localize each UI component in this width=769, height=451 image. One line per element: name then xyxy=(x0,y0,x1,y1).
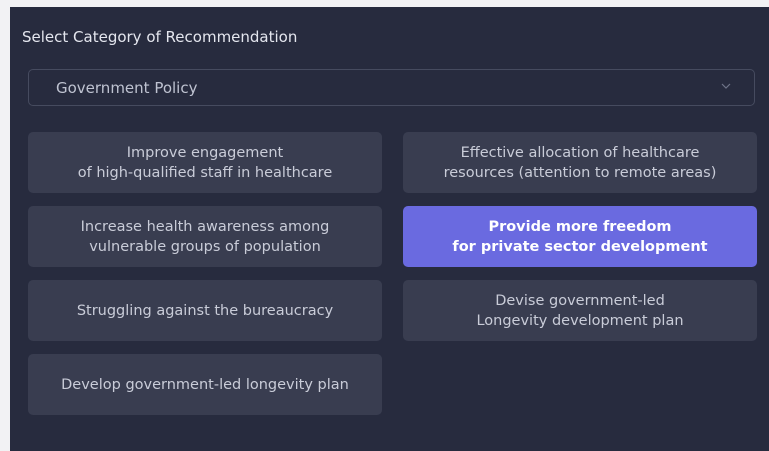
recommendation-panel: Select Category of Recommendation Govern… xyxy=(10,7,769,451)
option-line-1: Provide more freedom xyxy=(488,218,672,235)
option-private-sector-freedom[interactable]: Provide more freedom for private sector … xyxy=(403,206,757,267)
option-line-1: Develop government-led longevity plan xyxy=(61,376,349,393)
option-line-2: of high-qualified staff in healthcare xyxy=(77,164,333,181)
option-line-2: for private sector development xyxy=(452,238,708,255)
option-improve-engagement[interactable]: Improve engagement of high-qualified sta… xyxy=(28,132,382,193)
category-dropdown-value: Government Policy xyxy=(56,79,198,97)
option-line-1: Struggling against the bureaucracy xyxy=(76,302,334,319)
option-line-1: Increase health awareness among xyxy=(80,218,330,235)
option-line-1: Effective allocation of healthcare xyxy=(460,144,700,161)
category-dropdown[interactable]: Government Policy xyxy=(28,69,755,106)
option-line-2: resources (attention to remote areas) xyxy=(443,164,717,181)
option-effective-allocation[interactable]: Effective allocation of healthcare resou… xyxy=(403,132,757,193)
option-line-1: Devise government-led xyxy=(495,292,665,309)
option-struggling-bureaucracy[interactable]: Struggling against the bureaucracy xyxy=(28,280,382,341)
option-develop-longevity-plan[interactable]: Develop government-led longevity plan xyxy=(28,354,382,415)
section-heading: Select Category of Recommendation xyxy=(22,28,298,46)
option-line-2: vulnerable groups of population xyxy=(89,238,321,255)
option-line-1: Improve engagement xyxy=(126,144,284,161)
chevron-down-icon xyxy=(721,83,731,89)
option-devise-longevity-plan[interactable]: Devise government-led Longevity developm… xyxy=(403,280,757,341)
option-increase-health-awareness[interactable]: Increase health awareness among vulnerab… xyxy=(28,206,382,267)
option-line-2: Longevity development plan xyxy=(476,312,684,329)
